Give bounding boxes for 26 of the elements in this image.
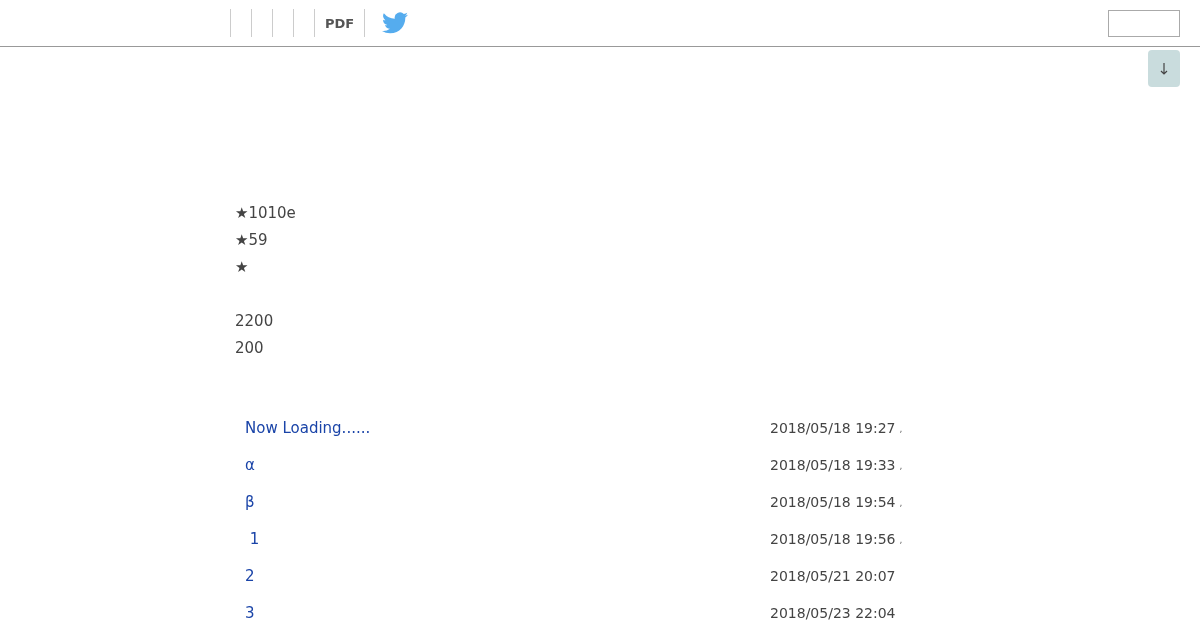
entry-date: 2018/05/18 19:33 [770,456,896,473]
scroll-down-button[interactable] [1148,50,1180,87]
info-text: ★ [235,257,250,278]
down-arrow-icon [1160,62,1168,75]
entry-date: 2018/05/18 19:27 [770,419,896,436]
search-field[interactable] [1108,10,1180,37]
bird-icon[interactable] [382,12,409,34]
entry-date: 2018/05/21 20:07 [770,567,896,584]
entry-link[interactable]: α [245,455,770,474]
comma-mark: , [899,535,903,545]
entry-link[interactable]: Now Loading...... [245,418,770,437]
entry-date: 2018/05/23 22:04 [770,604,896,621]
entry-link[interactable]: β [245,492,770,511]
comma-mark: , [899,498,903,508]
entry-link[interactable]: 3 [245,603,770,622]
entry-link[interactable]: 1 [245,529,770,548]
entry-date: 2018/05/18 19:56 [770,530,896,547]
pdf-link[interactable]: PDF [314,9,366,37]
info-text: ★1010e [235,203,297,224]
comma-mark: , [899,461,903,471]
info-text: ★59 [235,230,269,251]
entry-link[interactable]: 2 [245,566,770,585]
info-text: 200 [235,338,265,359]
info-text: 2200 [235,311,275,332]
entry-date: 2018/05/18 19:54 [770,493,896,510]
comma-mark: , [899,424,903,434]
